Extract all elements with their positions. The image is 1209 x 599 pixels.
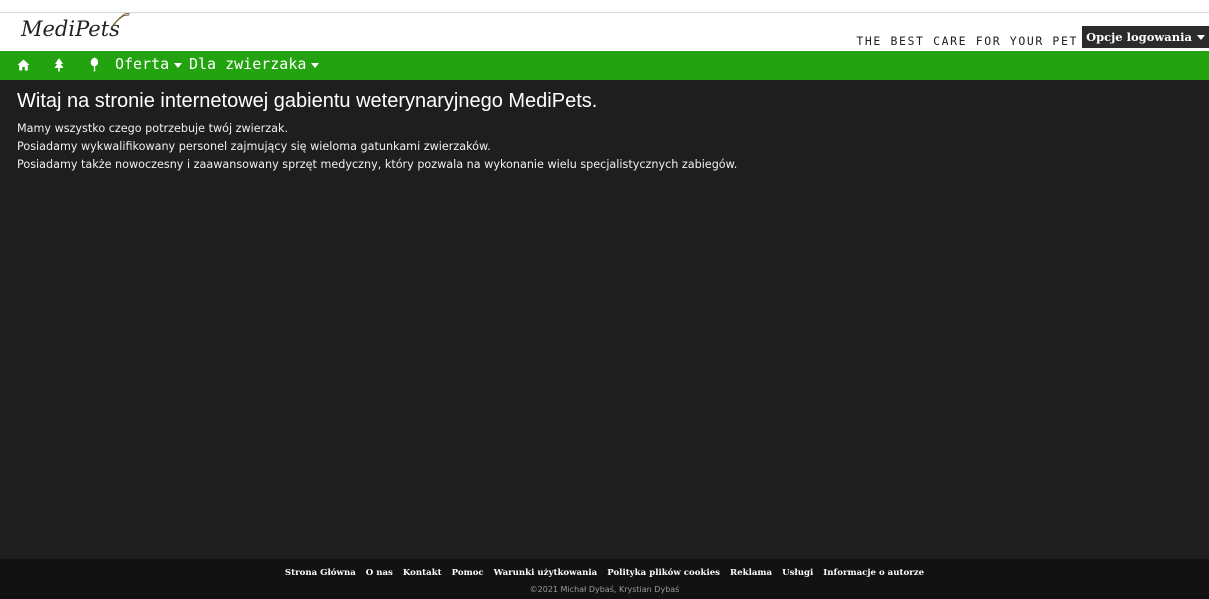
footer-link-cookies[interactable]: Polityka plików cookies — [607, 568, 720, 578]
nav-item-label: Dla zwierzaka — [189, 55, 307, 73]
footer-links: Strona Główna O nas Kontakt Pomoc Warunk… — [0, 568, 1209, 578]
main-content: Witaj na stronie internetowej gabientu w… — [0, 80, 1209, 559]
intro-paragraph-1: Mamy wszystko czego potrzebuje twój zwie… — [17, 122, 289, 135]
plant-icon[interactable] — [90, 57, 99, 72]
footer-link-help[interactable]: Pomoc — [452, 568, 484, 578]
caret-down-icon — [311, 62, 320, 68]
footer-link-author[interactable]: Informacje o autorze — [823, 568, 924, 578]
footer-link-about[interactable]: O nas — [366, 568, 393, 578]
home-icon[interactable] — [17, 59, 30, 71]
caret-down-icon — [174, 62, 183, 68]
footer-link-services[interactable]: Usługi — [782, 568, 813, 578]
page-title: Witaj na stronie internetowej gabientu w… — [17, 90, 598, 112]
copyright-text: ©2021 Michał Dybaś, Krystian Dybaś — [529, 585, 680, 594]
nav-item-label: Oferta — [115, 55, 170, 73]
intro-paragraph-3: Posiadamy także nowoczesny i zaawansowan… — [17, 158, 738, 171]
site-tagline: THE BEST CARE FOR YOUR PET — [856, 34, 1078, 48]
footer-link-contact[interactable]: Kontakt — [403, 568, 442, 578]
site-footer: Strona Główna O nas Kontakt Pomoc Warunk… — [0, 559, 1209, 599]
nav-item-dla-zwierzaka[interactable]: Dla zwierzaka — [189, 55, 320, 73]
sprig-icon — [110, 13, 131, 29]
logo-text: MediPets — [21, 17, 120, 41]
intro-paragraph-2: Posiadamy wykwalifikowany personel zajmu… — [17, 140, 491, 153]
tree-icon[interactable] — [54, 58, 64, 72]
site-logo[interactable]: MediPets — [21, 17, 120, 41]
footer-link-ads[interactable]: Reklama — [730, 568, 772, 578]
footer-link-home[interactable]: Strona Główna — [285, 568, 356, 578]
main-navbar: Oferta Dla zwierzaka — [0, 51, 1209, 80]
nav-item-oferta[interactable]: Oferta — [115, 55, 183, 73]
login-options-button[interactable]: Opcje logowania — [1082, 26, 1209, 48]
footer-link-terms[interactable]: Warunki użytkowania — [494, 568, 598, 578]
caret-down-icon — [1196, 34, 1205, 40]
site-header: MediPets THE BEST CARE FOR YOUR PET Opcj… — [0, 13, 1209, 51]
login-options-label: Opcje logowania — [1086, 30, 1192, 44]
